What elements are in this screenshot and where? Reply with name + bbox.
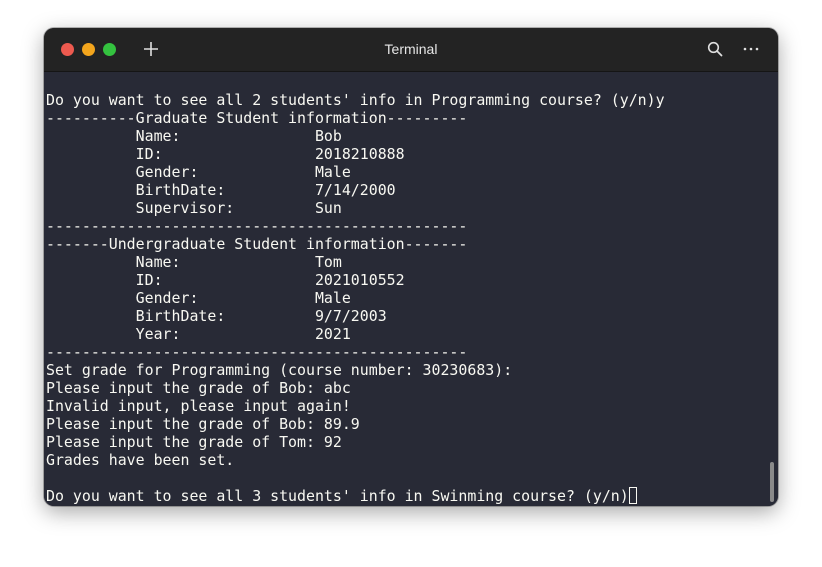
prompt-text: Do you want to see all 3 students' info …	[46, 487, 629, 505]
terminal-line: ----------------------------------------…	[46, 343, 468, 361]
more-options-icon	[743, 47, 759, 51]
terminal-line: Supervisor: Sun	[46, 199, 342, 217]
terminal-line: Do you want to see all 2 students' info …	[46, 91, 665, 109]
terminal-line: Grades have been set.	[46, 451, 235, 469]
maximize-button[interactable]	[103, 43, 116, 56]
terminal-line: BirthDate: 9/7/2003	[46, 307, 387, 325]
plus-icon	[144, 42, 158, 56]
terminal-line: BirthDate: 7/14/2000	[46, 181, 396, 199]
minimize-button[interactable]	[82, 43, 95, 56]
search-icon	[707, 41, 723, 57]
scrollbar[interactable]	[770, 462, 774, 502]
terminal-line: ----------Graduate Student information--…	[46, 109, 468, 127]
terminal-line: Gender: Male	[46, 163, 351, 181]
terminal-line: Set grade for Programming (course number…	[46, 361, 513, 379]
terminal-line: Do you want to see all 3 students' info …	[46, 487, 665, 505]
text-cursor	[628, 487, 637, 504]
menu-button[interactable]	[742, 41, 760, 57]
terminal-line: Name: Tom	[46, 253, 342, 271]
terminal-line: ----------------------------------------…	[46, 217, 468, 235]
terminal-output: Do you want to see all 2 students' info …	[46, 91, 665, 505]
new-tab-button[interactable]	[142, 40, 160, 58]
terminal-line: ID: 2018210888	[46, 145, 405, 163]
terminal-area[interactable]: Do you want to see all 2 students' info …	[44, 72, 778, 506]
terminal-line: ID: 2021010552	[46, 271, 405, 289]
terminal-window: Terminal Do you want to see all 2 studen…	[44, 28, 778, 506]
terminal-line: -------Undergraduate Student information…	[46, 235, 468, 253]
close-button[interactable]	[61, 43, 74, 56]
terminal-line: Name: Bob	[46, 127, 342, 145]
search-button[interactable]	[707, 41, 723, 57]
terminal-line: Year: 2021	[46, 325, 351, 343]
terminal-line: Invalid input, please input again!	[46, 397, 351, 415]
terminal-line: Please input the grade of Bob: 89.9	[46, 415, 360, 433]
terminal-line: Gender: Male	[46, 289, 351, 307]
terminal-line: Please input the grade of Tom: 92	[46, 433, 342, 451]
title-bar[interactable]: Terminal	[44, 28, 778, 72]
terminal-line: Please input the grade of Bob: abc	[46, 379, 351, 397]
